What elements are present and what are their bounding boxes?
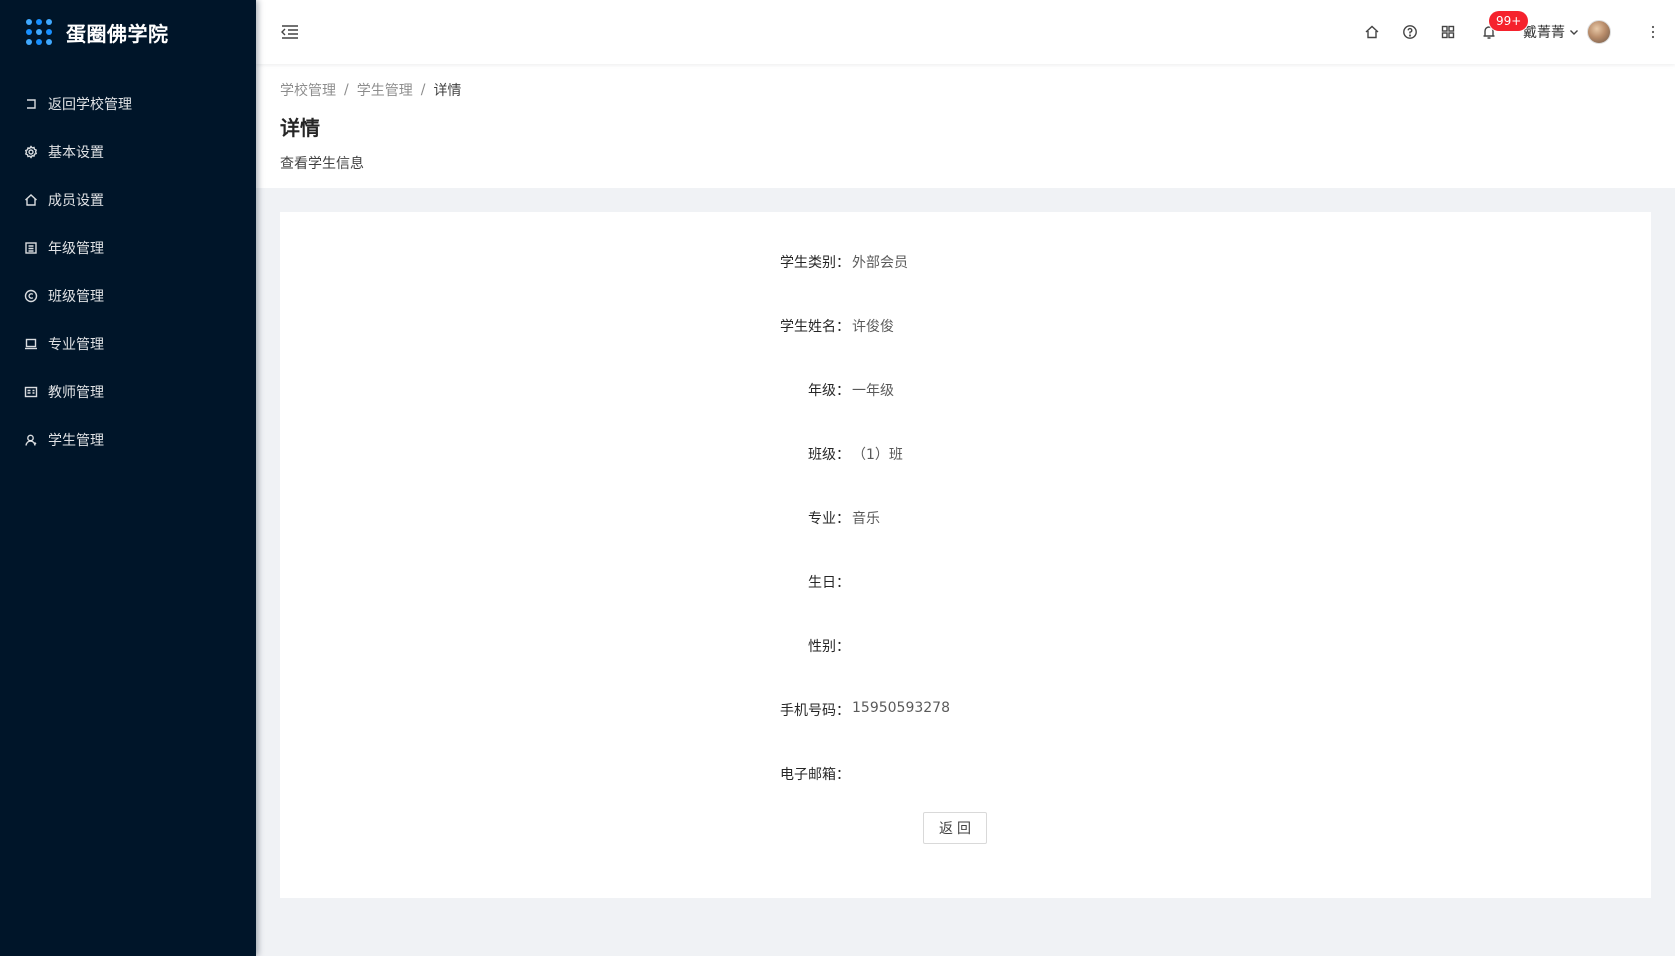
more-vertical-icon xyxy=(1651,25,1655,39)
sidebar-item-student-management[interactable]: 学生管理 xyxy=(0,416,256,464)
detail-row-student-name: 学生姓名： 许俊俊 xyxy=(280,316,1651,380)
app-title: 蛋圈佛学院 xyxy=(66,21,169,46)
question-circle-icon xyxy=(1403,25,1417,39)
sidebar-item-basic-settings[interactable]: 基本设置 xyxy=(0,128,256,176)
page-description: 查看学生信息 xyxy=(280,156,364,172)
notification-badge: 99+ xyxy=(1489,11,1529,31)
user-icon xyxy=(24,433,38,447)
breadcrumb-item-current: 详情 xyxy=(433,83,462,99)
sidebar-item-teacher-management[interactable]: 教师管理 xyxy=(0,368,256,416)
sidebar-item-label: 成员设置 xyxy=(48,193,104,209)
detail-value: 外部会员 xyxy=(852,255,908,271)
sidebar-item-return-school[interactable]: 返回学校管理 xyxy=(0,80,256,128)
detail-value: 15950593278 xyxy=(852,700,950,716)
top-header: 99+ 戴菁菁 xyxy=(256,0,1675,64)
detail-value: 许俊俊 xyxy=(852,319,894,335)
calendar-icon xyxy=(24,241,38,255)
breadcrumb-item-school[interactable]: 学校管理 xyxy=(280,80,336,100)
page-title: 详情 xyxy=(280,116,320,140)
home-icon xyxy=(24,193,38,207)
page-header: 学校管理 / 学生管理 / 详情 详情 查看学生信息 xyxy=(256,64,1675,188)
detail-label: 班级： xyxy=(808,447,850,463)
header-actions: 99+ 戴菁菁 xyxy=(1353,0,1655,64)
detail-label: 学生姓名： xyxy=(780,319,850,335)
detail-label: 电子邮箱： xyxy=(780,767,850,783)
notification-button[interactable]: 99+ xyxy=(1467,0,1529,64)
sidebar-item-member-settings[interactable]: 成员设置 xyxy=(0,176,256,224)
detail-row-grade: 年级： 一年级 xyxy=(280,380,1651,444)
menu-fold-icon xyxy=(281,25,298,39)
sidebar-item-class-management[interactable]: 班级管理 xyxy=(0,272,256,320)
sidebar-item-label: 教师管理 xyxy=(48,385,104,401)
help-button[interactable] xyxy=(1391,0,1429,64)
detail-value: （1）班 xyxy=(852,447,903,463)
laptop-icon xyxy=(24,337,38,351)
home-button[interactable] xyxy=(1353,0,1391,64)
detail-row-gender: 性别： xyxy=(280,636,1651,700)
appstore-icon xyxy=(1441,25,1455,39)
actions: 返回 xyxy=(280,812,1651,844)
id-card-icon xyxy=(24,385,38,399)
detail-row-class: 班级： （1）班 xyxy=(280,444,1651,508)
menu-fold-button[interactable] xyxy=(278,20,302,44)
breadcrumb: 学校管理 / 学生管理 / 详情 xyxy=(280,80,1651,100)
detail-row-student-type: 学生类别： 外部会员 xyxy=(280,252,1651,316)
copyright-icon xyxy=(24,289,38,303)
main-area: 99+ 戴菁菁 学校管理 / 学生管理 / 详情 详情 查看学生信息 学生类别：… xyxy=(256,0,1675,956)
gear-icon xyxy=(24,145,38,159)
detail-label: 学生类别： xyxy=(780,255,850,271)
user-name: 戴菁菁 xyxy=(1523,25,1565,41)
detail-label: 生日： xyxy=(808,575,850,591)
sidebar-menu: 返回学校管理 基本设置 成员设置 年级管理 班级管理 专业管理 教师管理 学生管… xyxy=(0,80,256,464)
detail-row-birthday: 生日： xyxy=(280,572,1651,636)
sidebar-item-label: 年级管理 xyxy=(48,241,104,257)
sidebar-item-grade-management[interactable]: 年级管理 xyxy=(0,224,256,272)
sidebar-item-label: 返回学校管理 xyxy=(48,97,132,113)
home-icon xyxy=(1365,25,1379,39)
detail-row-phone: 手机号码： 15950593278 xyxy=(280,700,1651,764)
detail-row-major: 专业： 音乐 xyxy=(280,508,1651,572)
detail-value: 音乐 xyxy=(852,511,880,527)
detail-label: 性别： xyxy=(808,639,850,655)
student-detail-card: 学生类别： 外部会员 学生姓名： 许俊俊 年级： 一年级 班级： （1）班 专业… xyxy=(280,212,1651,898)
detail-label: 年级： xyxy=(808,383,850,399)
back-button[interactable]: 返回 xyxy=(923,812,987,844)
sidebar-item-major-management[interactable]: 专业管理 xyxy=(0,320,256,368)
more-options-button[interactable] xyxy=(1627,0,1655,64)
app-root: 蛋圈佛学院 返回学校管理 基本设置 成员设置 年级管理 班级管理 专业管理 教师… xyxy=(0,0,1675,956)
breadcrumb-item-student[interactable]: 学生管理 xyxy=(357,80,413,100)
sidebar: 蛋圈佛学院 返回学校管理 基本设置 成员设置 年级管理 班级管理 专业管理 教师… xyxy=(0,0,256,956)
app-grid-logo-icon xyxy=(26,19,52,45)
content-area: 学生类别： 外部会员 学生姓名： 许俊俊 年级： 一年级 班级： （1）班 专业… xyxy=(256,188,1675,922)
detail-value: 一年级 xyxy=(852,383,894,399)
user-menu[interactable]: 戴菁菁 xyxy=(1523,0,1611,64)
sidebar-item-label: 学生管理 xyxy=(48,433,104,449)
breadcrumb-separator: / xyxy=(420,82,426,98)
logo[interactable]: 蛋圈佛学院 xyxy=(0,0,256,64)
sidebar-item-label: 基本设置 xyxy=(48,145,104,161)
apps-button[interactable] xyxy=(1429,0,1467,64)
detail-label: 专业： xyxy=(808,511,850,527)
avatar xyxy=(1587,20,1611,44)
chevron-down-icon xyxy=(1570,30,1578,35)
breadcrumb-separator: / xyxy=(344,82,349,98)
return-icon xyxy=(24,97,38,111)
sidebar-item-label: 班级管理 xyxy=(48,289,104,305)
sidebar-item-label: 专业管理 xyxy=(48,337,104,353)
detail-label: 手机号码： xyxy=(780,703,850,719)
